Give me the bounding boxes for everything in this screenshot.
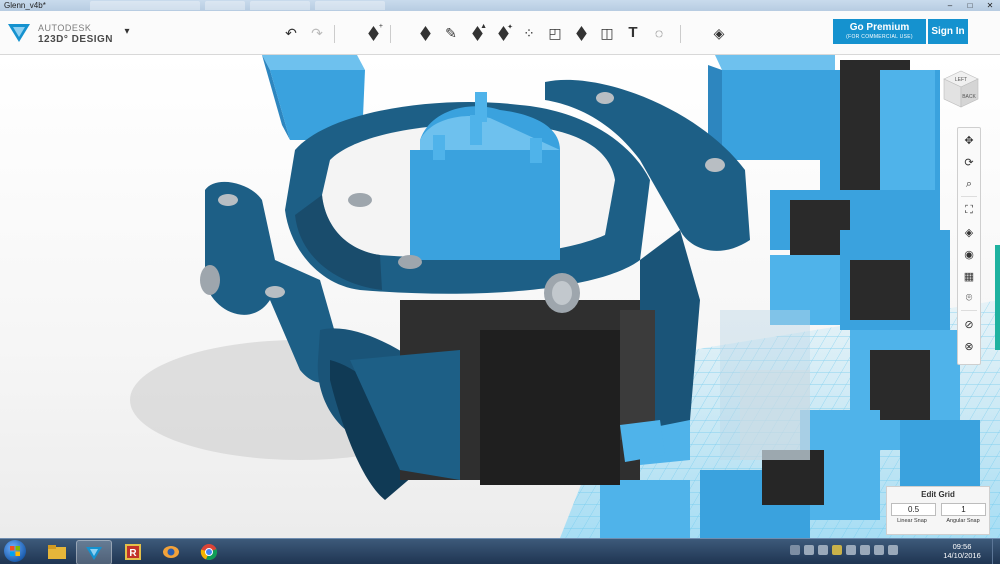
divider [961,196,977,197]
system-tray [790,545,898,557]
model-scene[interactable] [0,55,1000,538]
background-tab[interactable] [205,1,245,10]
combine-icon[interactable] [570,21,592,45]
clock-time: 09:56 [952,542,972,551]
window-title: Glenn_v4b* [4,1,46,10]
edit-grid-button[interactable]: Edit Grid [887,490,989,499]
taskbar-clock[interactable]: 09:56 14/10/2016 [938,542,986,560]
folder-icon [48,544,66,559]
angular-snap-input[interactable]: 1 [941,503,986,516]
camera-icon[interactable]: ⌾ [959,288,979,308]
show-desktop-button[interactable] [992,539,1000,564]
minimize-button[interactable]: – [940,0,960,11]
undo-icon[interactable]: ↶ [280,21,302,45]
background-tab[interactable] [250,1,310,10]
taskbar-revit[interactable]: R [116,540,150,563]
divider [390,25,391,43]
view-cube-back: BACK [962,94,976,100]
window-controls: – □ ✕ [940,0,1000,11]
tray-app-icon[interactable] [846,545,856,555]
view-cube-left: LEFT [955,77,967,83]
3d-viewport[interactable]: LEFT BACK ✥ ⟳ ⌕ ⛶ ◈ ◉ ▦ ⌾ ⊘ ⊗ Edit Grid … [0,55,1000,538]
123d-design-logo [8,24,30,42]
windows-flag-icon [10,546,20,556]
text-icon[interactable]: T [622,21,644,45]
revit-icon: R [125,543,141,560]
maximize-button[interactable]: □ [960,0,980,11]
materials-icon[interactable]: ▦ [959,266,979,286]
taskbar-123d-design[interactable] [76,540,112,565]
transform-icon[interactable]: + [362,21,384,45]
divider [334,25,335,43]
background-tab[interactable] [315,1,385,10]
go-premium-button[interactable]: Go Premium (FOR COMMERCIAL USE) [833,19,926,44]
pan-icon[interactable]: ✥ [959,130,979,150]
battery-icon[interactable] [888,545,898,555]
redo-icon[interactable]: ↷ [306,21,328,45]
hide-solids-icon[interactable]: ⊘ [959,314,979,334]
clock-date: 14/10/2016 [943,551,981,560]
divider [961,310,977,311]
eye-app-icon [163,545,179,558]
primitives-icon[interactable] [414,21,436,45]
construct-icon[interactable]: ▲ [466,21,488,45]
background-tab[interactable] [90,1,200,10]
zoom-icon[interactable]: ⌕ [959,174,979,194]
fit-icon[interactable]: ⛶ [959,200,979,220]
views-icon[interactable]: ◈ [959,222,979,242]
grouping-icon[interactable]: ◰ [544,21,566,45]
123d-design-icon [86,546,102,560]
sign-in-button[interactable]: Sign In [928,19,968,44]
hide-sketches-icon[interactable]: ⊗ [959,336,979,356]
linear-snap-input[interactable]: 0.5 [891,503,936,516]
brand-product: 123D° DESIGN [38,34,114,45]
tray-app-icon[interactable] [804,545,814,555]
cube-part-right[interactable] [708,55,835,160]
tray-app-icon[interactable] [818,545,828,555]
navigation-bar: ✥ ⟳ ⌕ ⛶ ◈ ◉ ▦ ⌾ ⊘ ⊗ [957,127,981,365]
brand-autodesk: AUTODESK [38,23,92,33]
material-icon[interactable]: ◈ [708,21,730,45]
edit-grid-panel: Edit Grid 0.5 1 Linear Snap Angular Snap [886,486,990,535]
start-button[interactable] [4,540,26,562]
chrome-icon [200,543,218,560]
network-icon[interactable] [860,545,870,555]
panel-edge-handle[interactable] [995,245,1000,350]
tray-up-arrow-icon[interactable] [790,545,800,555]
orbit-icon[interactable]: ⟳ [959,152,979,172]
snap-icon[interactable]: ◌ [648,21,670,45]
close-button[interactable]: ✕ [980,0,1000,11]
taskbar-file-explorer[interactable] [40,540,74,563]
pattern-icon[interactable]: ⁘ [518,21,540,45]
taskbar-chrome[interactable] [192,540,226,563]
view-cube[interactable]: LEFT BACK [941,67,981,111]
taskbar-eye-app[interactable] [154,540,188,563]
chevron-down-icon[interactable]: ▾ [120,25,134,39]
measure-icon[interactable]: ◫ [596,21,618,45]
app-toolbar: AUTODESK 123D° DESIGN ▾ ↶ ↷ + ✎ ▲ ✦ ⁘ ◰ … [0,11,1000,55]
go-premium-label: Go Premium [849,22,910,33]
linear-snap-label: Linear Snap [897,518,927,524]
taskbar: R 09:56 14/10/2016 [0,538,1000,565]
svg-text:R: R [129,548,137,559]
cube-part-small[interactable] [620,420,665,462]
sketch-icon[interactable]: ✎ [440,21,462,45]
modify-icon[interactable]: ✦ [492,21,514,45]
volume-icon[interactable] [874,545,884,555]
eye-icon[interactable]: ◉ [959,244,979,264]
angular-snap-label: Angular Snap [946,518,980,524]
go-premium-sub: (FOR COMMERCIAL USE) [846,34,913,40]
tray-app-icon[interactable] [832,545,842,555]
divider [680,25,681,43]
